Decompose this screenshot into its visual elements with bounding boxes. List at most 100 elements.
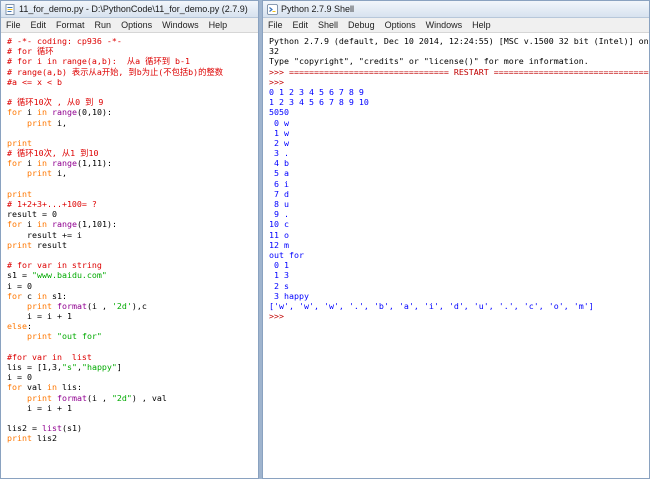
editor-token	[7, 168, 27, 178]
shell-menu-shell[interactable]: Shell	[313, 18, 343, 33]
editor-token: #for var in list	[7, 351, 92, 362]
editor-menu-windows[interactable]: Windows	[157, 18, 204, 33]
editor-token: i = 0	[7, 280, 32, 291]
editor-token: (i ,	[86, 392, 112, 403]
editor-menu-options[interactable]: Options	[116, 18, 157, 33]
editor-token: val	[22, 382, 47, 393]
editor-line: print format(i , '2d'),c	[7, 301, 258, 311]
editor-line: for i in range(1,101):	[7, 219, 258, 229]
shell-token: ['w', 'w', 'w', '.', 'b', 'a', 'i', 'd',…	[269, 300, 594, 311]
shell-token: 3 .	[269, 148, 289, 159]
shell-line: 7 d	[269, 189, 649, 199]
editor-line: # -*- coding: cp936 -*-	[7, 36, 258, 46]
shell-line: 2 s	[269, 281, 649, 291]
editor-token: i,	[51, 117, 67, 128]
shell-line: 4 b	[269, 158, 649, 168]
editor-token: lis:	[56, 382, 82, 393]
editor-token: c	[22, 290, 37, 301]
editor-token: # for 循环	[7, 46, 54, 57]
shell-menu-windows[interactable]: Windows	[421, 18, 468, 33]
python-file-icon	[5, 3, 16, 15]
shell-line: 6 i	[269, 179, 649, 189]
shell-menu-file[interactable]: File	[263, 18, 288, 33]
editor-token: print	[26, 331, 52, 342]
shell-token: >>>	[269, 311, 289, 322]
shell-line: out for	[269, 250, 649, 260]
editor-token: (1,101):	[76, 219, 117, 230]
editor-token: range	[52, 219, 77, 230]
editor-line: s1 = "www.baidu.com"	[7, 270, 258, 280]
editor-token: # for var in string	[7, 260, 102, 271]
shell-text-area[interactable]: Python 2.7.9 (default, Dec 10 2014, 12:2…	[263, 34, 649, 478]
editor-line: print i,	[7, 118, 258, 128]
editor-token	[7, 393, 27, 403]
editor-titlebar[interactable]: 11_for_demo.py - D:\PythonCode\11_for_de…	[1, 1, 258, 18]
shell-token: >>>	[269, 76, 289, 87]
shell-line: 11 o	[269, 230, 649, 240]
shell-line: 5050	[269, 107, 649, 117]
editor-menu-format[interactable]: Format	[51, 18, 90, 33]
editor-token: print	[7, 137, 32, 148]
editor-line: else:	[7, 321, 258, 331]
editor-token: '2d'	[111, 300, 132, 311]
editor-line: for i in range(1,11):	[7, 158, 258, 168]
shell-menu-options[interactable]: Options	[380, 18, 421, 33]
editor-token: print	[26, 392, 52, 403]
shell-token: 1 w	[269, 127, 289, 138]
editor-line: #for var in list	[7, 352, 258, 362]
shell-token: Type "copyright", "credits" or "license(…	[269, 56, 589, 67]
editor-line: i = i + 1	[7, 311, 258, 321]
editor-token: i = 0	[7, 372, 32, 383]
shell-menu-edit[interactable]: Edit	[288, 18, 314, 33]
editor-token: (0,10):	[76, 107, 112, 118]
shell-line: Type "copyright", "credits" or "license(…	[269, 56, 649, 66]
editor-menu-help[interactable]: Help	[204, 18, 233, 33]
editor-token: (1,11):	[76, 158, 112, 169]
editor-line: for i in range(0,10):	[7, 107, 258, 117]
editor-line: # range(a,b) 表示从a开始, 到b为止(不包括b)的整数	[7, 67, 258, 77]
editor-text-area[interactable]: # -*- coding: cp936 -*- # for 循环 # for i i…	[1, 34, 258, 478]
shell-token: 1 2 3 4 5 6 7 8 9 10	[269, 97, 369, 108]
shell-title: Python 2.7.9 Shell	[281, 4, 355, 14]
editor-menu-file[interactable]: File	[1, 18, 26, 33]
editor-line: lis = [1,3,"s","happy"]	[7, 362, 258, 372]
editor-token: (s1)	[61, 423, 82, 434]
editor-token: for	[7, 290, 22, 301]
editor-token: else	[7, 321, 27, 332]
editor-token: format	[56, 392, 87, 403]
shell-token: 5 a	[269, 168, 289, 179]
editor-token: in	[37, 158, 47, 169]
shell-token: 6 i	[269, 178, 289, 189]
editor-token: s1 =	[7, 270, 32, 281]
editor-line: result += i	[7, 230, 258, 240]
shell-menu-debug[interactable]: Debug	[343, 18, 380, 33]
editor-token: result	[31, 239, 67, 250]
editor-line: result = 0	[7, 209, 258, 219]
shell-titlebar[interactable]: Python 2.7.9 Shell	[263, 1, 649, 18]
editor-line: print format(i , "2d") , val	[7, 393, 258, 403]
editor-menu-run[interactable]: Run	[90, 18, 117, 33]
shell-line: Python 2.7.9 (default, Dec 10 2014, 12:2…	[269, 36, 649, 46]
shell-token: 1 3	[269, 270, 289, 281]
editor-line: print lis2	[7, 433, 258, 443]
editor-menu-edit[interactable]: Edit	[26, 18, 52, 33]
editor-token: result = 0	[7, 209, 57, 220]
editor-token: ) , val	[131, 392, 167, 403]
editor-menubar: File Edit Format Run Options Windows Help	[1, 18, 258, 33]
editor-token: format	[56, 300, 87, 311]
shell-menu-help[interactable]: Help	[467, 18, 496, 33]
editor-token: # -*- coding: cp936 -*-	[7, 36, 122, 46]
shell-token: 10 c	[269, 219, 289, 230]
editor-token: in	[37, 107, 47, 118]
shell-line: 0 1	[269, 260, 649, 270]
editor-token: in	[46, 382, 57, 393]
shell-token: 32	[269, 46, 279, 57]
editor-token: for	[7, 219, 22, 230]
shell-token: 0 w	[269, 117, 289, 128]
shell-token: 4 b	[269, 158, 289, 169]
editor-token	[7, 331, 27, 341]
shell-token: 2 w	[269, 137, 289, 148]
